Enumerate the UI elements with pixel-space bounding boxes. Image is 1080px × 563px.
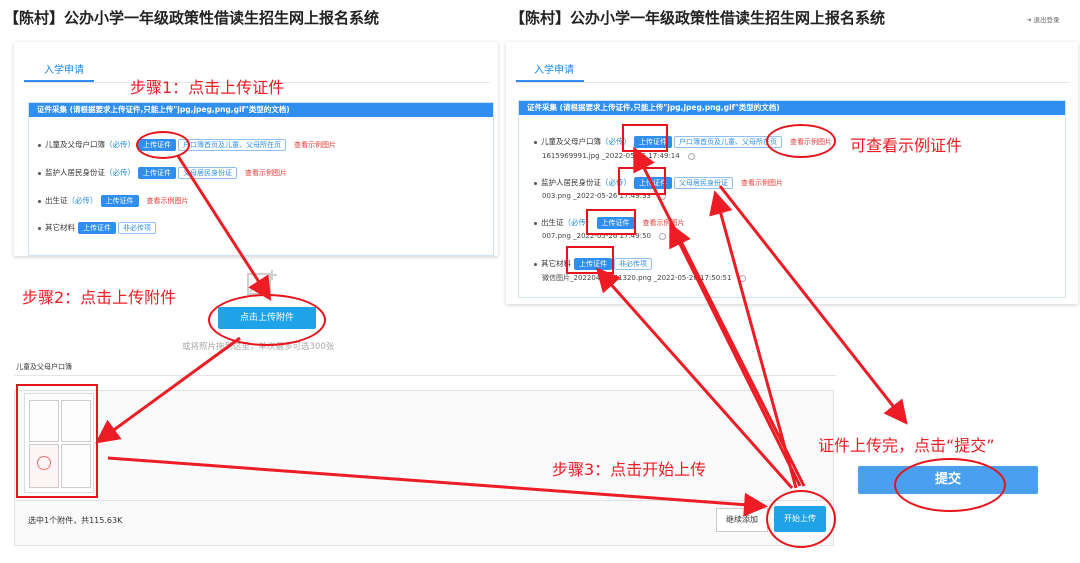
arrow-thumbnail-to-start [107, 456, 768, 517]
arrow-step2-to-thumbnail [95, 336, 241, 444]
arrow-start-to-cert-1 [633, 146, 806, 487]
arrow-step1-to-step2 [176, 155, 272, 302]
arrow-start-to-cert-4 [596, 267, 794, 489]
annotation-arrows [95, 146, 908, 517]
arrow-to-submit [718, 185, 908, 425]
